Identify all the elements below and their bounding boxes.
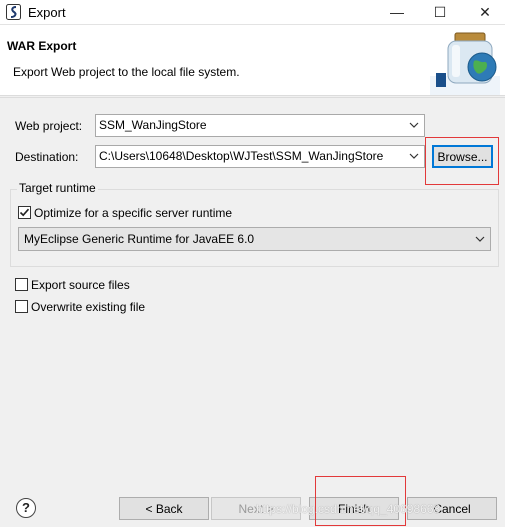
runtime-select[interactable]: MyEclipse Generic Runtime for JavaEE 6.0 [18,227,491,251]
destination-label: Destination: [15,150,79,164]
window-title: Export [28,5,66,20]
target-runtime-legend: Target runtime [17,181,98,195]
export-source-label[interactable]: Export source files [31,278,130,292]
chevron-down-icon [409,153,419,159]
highlight-box-finish [315,476,406,526]
web-project-value: SSM_WanJingStore [99,118,207,132]
overwrite-file-checkbox[interactable] [15,300,28,313]
runtime-select-value: MyEclipse Generic Runtime for JavaEE 6.0 [24,232,255,246]
checkmark-icon [19,208,30,217]
web-project-combo[interactable]: SSM_WanJingStore [95,114,425,137]
wizard-description: Export Web project to the local file sys… [13,65,240,79]
web-project-label: Web project: [15,119,83,133]
jar-globe-icon [430,32,500,95]
close-button[interactable]: ✕ [470,0,500,24]
maximize-button[interactable]: ☐ [425,0,455,24]
wizard-banner: WAR Export Export Web project to the loc… [0,25,505,96]
optimize-runtime-checkbox[interactable] [18,206,31,219]
title-bar: Export — ☐ ✕ [0,0,505,25]
chevron-down-icon [475,236,485,242]
help-icon[interactable]: ? [16,498,36,518]
destination-value: C:\Users\10648\Desktop\WJTest\SSM_WanJin… [99,149,384,163]
myeclipse-logo-icon [6,4,21,20]
optimize-runtime-label[interactable]: Optimize for a specific server runtime [34,206,232,220]
highlight-box-browse [425,137,499,185]
watermark-text: https://blog.csdn.net/qq_40698668 [256,502,441,516]
banner-separator [0,97,505,98]
wizard-title: WAR Export [7,39,77,53]
destination-combo[interactable]: C:\Users\10648\Desktop\WJTest\SSM_WanJin… [95,145,425,168]
chevron-down-icon [409,122,419,128]
back-button[interactable]: < Back [119,497,209,520]
minimize-button[interactable]: — [382,0,412,24]
export-source-checkbox[interactable] [15,278,28,291]
overwrite-file-label[interactable]: Overwrite existing file [31,300,145,314]
